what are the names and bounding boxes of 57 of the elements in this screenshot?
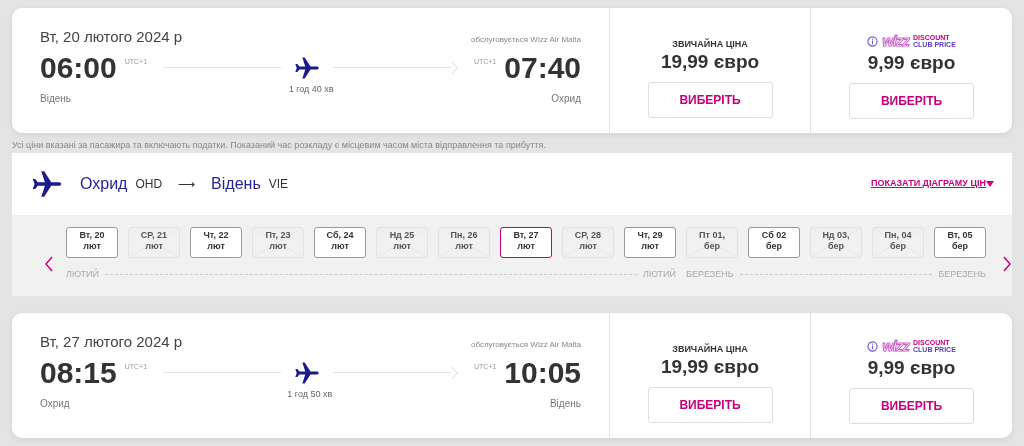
logo-text: wizz: [882, 31, 910, 51]
operator-text: обслуговується Wizz Air Malta: [471, 339, 581, 351]
logo-text: wizz: [882, 336, 910, 356]
arrival-time: 07:40: [504, 52, 581, 83]
route-arrow: ⟶: [178, 176, 196, 193]
arrow-head-icon: [450, 60, 458, 75]
destination-code: VIE: [268, 176, 289, 193]
destination-city: Відень: [211, 174, 261, 194]
flight-duration: 1 год 50 хв: [287, 387, 333, 401]
fare-price: 9,99 євро: [867, 52, 956, 74]
departure-city: Відень: [40, 91, 72, 106]
date-tab[interactable]: Вт, 05 бер: [934, 227, 986, 258]
flight-date: Вт, 27 лютого 2024 р: [40, 332, 183, 352]
date-tab[interactable]: Сб, 24 лют: [314, 227, 366, 258]
date-tab[interactable]: Пт, 23 лют: [252, 227, 304, 258]
date-tab[interactable]: СР, 21 лют: [128, 227, 180, 258]
date-tab[interactable]: Пт 01, бер: [686, 227, 738, 258]
date-tab[interactable]: Вт, 20 лют: [66, 227, 118, 258]
departure-city: Охрид: [40, 396, 70, 411]
arrival-city: Відень: [549, 396, 581, 411]
origin-city: Охрид: [80, 174, 128, 194]
flight-date: Вт, 20 лютого 2024 р: [40, 27, 183, 47]
select-button[interactable]: ВИБЕРІТЬ: [647, 82, 773, 119]
fare-label: ЗВИЧАЙНА ЦІНА: [672, 38, 748, 51]
date-tab[interactable]: Сб 02 бер: [748, 227, 800, 258]
month-label: ЛЮТИЙ: [66, 268, 99, 281]
date-tab[interactable]: Чт, 29 лют: [624, 227, 676, 258]
departure-time: 06:00: [40, 52, 117, 83]
origin-code: OHD: [135, 176, 163, 193]
date-tab[interactable]: Нд 25 лют: [376, 227, 428, 258]
fare-price: 19,99 євро: [660, 356, 760, 378]
date-tab[interactable]: Нд 03, бер: [810, 227, 862, 258]
arrival-time: 10:05: [504, 357, 581, 388]
month-label: БЕРЕЗЕНЬ: [938, 268, 986, 281]
fare-price: 19,99 євро: [660, 51, 760, 73]
fare-price: 9,99 євро: [867, 357, 956, 379]
arrow-head-icon: [450, 365, 458, 380]
arrival-city: Охрид: [551, 91, 581, 106]
price-chart-link[interactable]: ПОКАЗАТИ ДІАГРАМУ ЦІН: [871, 177, 986, 191]
month-label: ЛЮТИЙ: [643, 268, 676, 281]
info-icon[interactable]: [867, 35, 879, 47]
date-tab[interactable]: СР, 28 лют: [562, 227, 614, 258]
date-tab[interactable]: Вт, 27 лют: [500, 227, 552, 258]
select-button[interactable]: ВИБЕРІТЬ: [647, 387, 773, 424]
caret-icon[interactable]: [986, 181, 994, 187]
date-tab[interactable]: Чт, 22 лют: [190, 227, 242, 258]
operator-text: обслуговується Wizz Air Malta: [471, 34, 581, 46]
select-button[interactable]: ВИБЕРІТЬ: [849, 83, 974, 120]
info-text: Усі ціни вказані за пасажира та включають податки. Показаний час розкладу є місцевим часом міста відправлення та прибуття.: [12, 139, 547, 152]
month-label: БЕРЕЗЕНЬ: [686, 268, 734, 281]
date-tab[interactable]: Пн, 26 лют: [438, 227, 490, 258]
flight-duration: 1 год 40 хв: [288, 82, 334, 96]
info-icon[interactable]: [867, 340, 879, 352]
select-button[interactable]: ВИБЕРІТЬ: [849, 388, 974, 425]
departure-time: 08:15: [40, 357, 117, 388]
date-tab[interactable]: Пн, 04 бер: [872, 227, 924, 258]
fare-label: ЗВИЧАЙНА ЦІНА: [672, 343, 748, 356]
